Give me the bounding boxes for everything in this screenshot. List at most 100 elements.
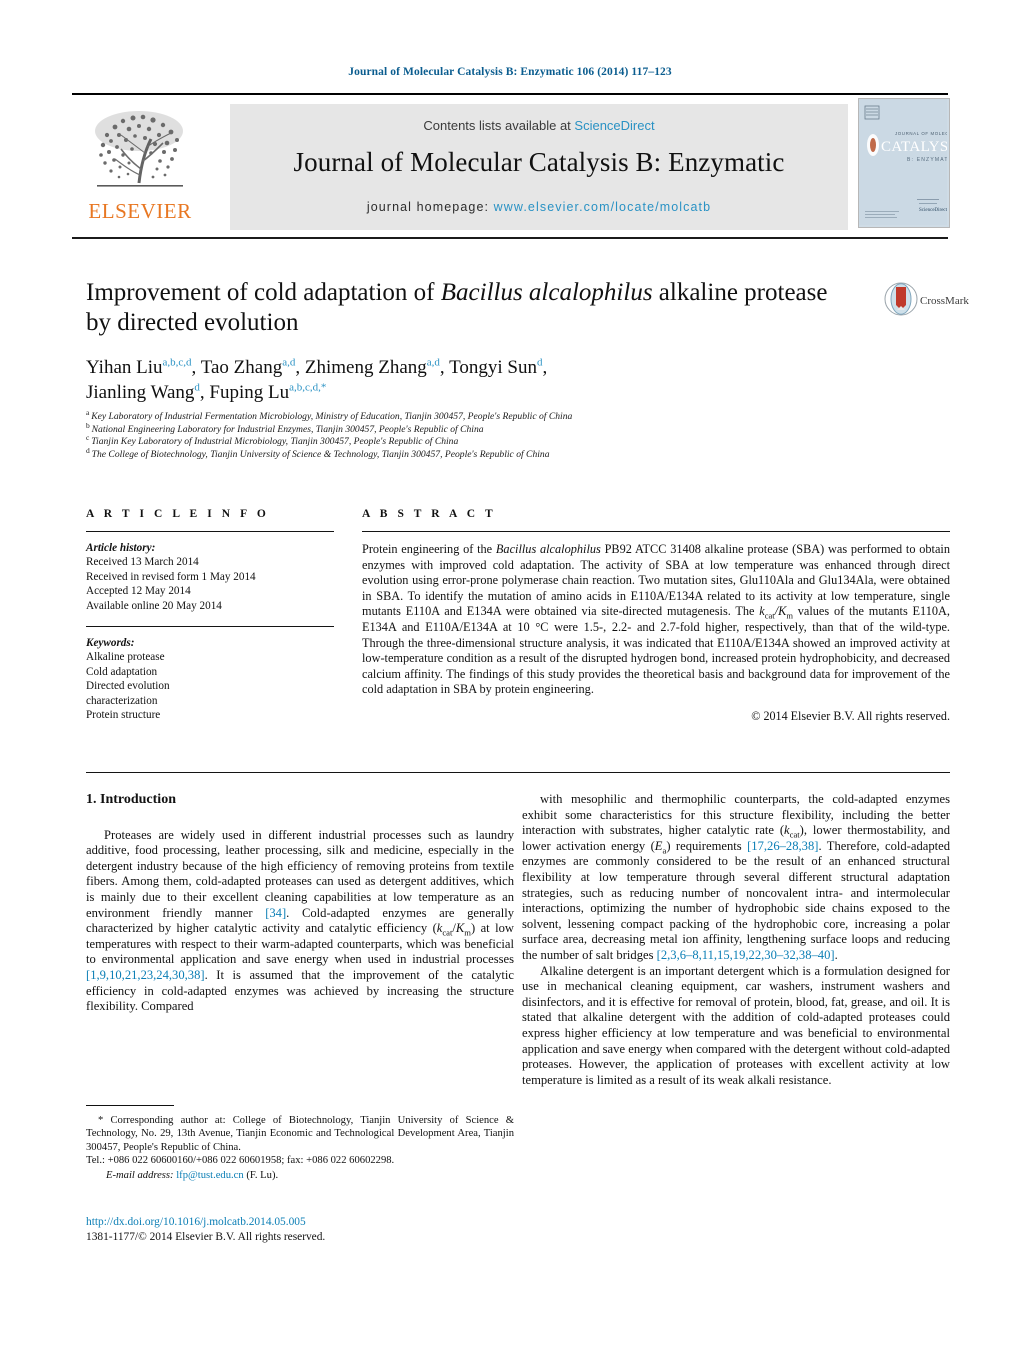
history-item-2: Accepted 12 May 2014	[86, 585, 191, 598]
text-run-8: . Therefore, cold-adapted enzymes are co…	[522, 838, 951, 962]
email-address-label: E-mail address:	[106, 1169, 174, 1181]
doi-link[interactable]: http://dx.doi.org/10.1016/j.molcatb.2014…	[86, 1215, 526, 1230]
email-owner: (F. Lu).	[246, 1169, 279, 1181]
author-name-2[interactable]: Zhimeng Zhang	[305, 357, 427, 378]
history-item-1: Received in revised form 1 May 2014	[86, 570, 256, 583]
text-run-0: Protein engineering of the	[362, 542, 496, 556]
contents-lists-line: Contents lists available at ScienceDirec…	[230, 118, 848, 133]
history-item-3: Available online 20 May 2014	[86, 599, 222, 612]
text-run-10: .	[834, 947, 838, 962]
article-history-label: Article history:	[86, 542, 156, 554]
affiliation-item-2: c Tianjin Key Laboratory of Industrial M…	[86, 434, 886, 449]
author-affiliation-marker-1: a,d	[282, 356, 296, 369]
abstract-section: A B S T R A C T Protein engineering of t…	[362, 508, 950, 724]
text-run-6: ) requirements	[666, 838, 748, 853]
svg-text:ScienceDirect: ScienceDirect	[919, 208, 947, 213]
abstract-bottom-rule	[86, 772, 950, 773]
masthead-bottom-rule	[72, 237, 948, 239]
footnote-rule	[86, 1105, 174, 1106]
affiliation-item-1: b National Engineering Laboratory for In…	[86, 421, 886, 437]
title-block: Improvement of cold adaptation of Bacill…	[86, 278, 846, 338]
abstract-text: Protein engineering of the Bacillus alca…	[362, 542, 950, 698]
svg-text:CATALYSIS: CATALYSIS	[881, 139, 947, 155]
section-heading-introduction: 1. Introduction	[86, 792, 176, 807]
citation-link[interactable]: [17,26–28,38]	[747, 839, 818, 853]
affiliation-list: a Key Laboratory of Industrial Fermentat…	[86, 409, 886, 462]
crossmark-badge[interactable]: CrossMark	[884, 282, 969, 326]
article-info-section: A R T I C L E I N F O Article history: R…	[86, 508, 334, 722]
svg-text:B: ENZYMATIC: B: ENZYMATIC	[907, 157, 947, 163]
crossmark-label: CrossMark	[920, 295, 969, 307]
journal-banner: Contents lists available at ScienceDirec…	[230, 104, 848, 230]
article-info-rule-1	[86, 531, 334, 532]
journal-homepage-link[interactable]: www.elsevier.com/locate/molcatb	[494, 200, 712, 214]
author-list: Yihan Liua,b,c,d, Tao Zhanga,d, Zhimeng …	[86, 355, 866, 405]
contents-prefix: Contents lists available at	[423, 118, 575, 133]
author-affiliation-marker-2: a,d	[426, 356, 440, 369]
svg-text:JOURNAL OF MOLECULAR: JOURNAL OF MOLECULAR	[895, 131, 947, 136]
affiliation-text-1: National Engineering Laboratory for Indu…	[91, 423, 484, 435]
text-run-4: E	[654, 838, 663, 853]
article-info-rule-2	[86, 626, 334, 628]
keyword-item-3: characterization	[86, 694, 158, 707]
elsevier-logo[interactable]: ELSEVIER	[76, 105, 204, 229]
page-title: Improvement of cold adaptation of Bacill…	[86, 278, 846, 338]
affiliation-item-3: d The College of Biotechnology, Tianjin …	[86, 446, 886, 462]
affiliation-text-0: Key Laboratory of Industrial Fermentatio…	[91, 411, 573, 422]
masthead-top-rule	[72, 93, 948, 95]
intro-paragraph-left: Proteases are widely used in different i…	[86, 828, 514, 1015]
journal-cover-thumbnail[interactable]: JOURNAL OF MOLECULAR CATALYSIS B: ENZYMA…	[858, 98, 950, 228]
introduction-left-column: 1. Introduction Proteases are widely use…	[86, 792, 514, 1015]
citation-link[interactable]: [34]	[265, 906, 286, 920]
citation-link[interactable]: [2,3,6–8,11,15,19,22,30–32,38–40]	[657, 948, 835, 962]
journal-title: Journal of Molecular Catalysis B: Enzyma…	[293, 147, 785, 177]
author-separator-3: ,	[542, 357, 548, 378]
abstract-rule	[362, 531, 950, 532]
keyword-item-2: Directed evolution	[86, 680, 170, 693]
abstract-heading: A B S T R A C T	[362, 508, 497, 520]
author-separator-4: ,	[199, 382, 210, 403]
corresponding-author-phone: Tel.: +086 022 60600160/+086 022 6060195…	[86, 1155, 395, 1167]
journal-masthead: ELSEVIER Contents lists available at Sci…	[72, 93, 950, 239]
text-run-0: Alkaline detergent is an important deter…	[522, 963, 950, 1087]
email-address-link[interactable]: lfp@tust.edu.cn	[176, 1170, 243, 1181]
crossmark-icon	[884, 282, 918, 316]
author-separator-1: ,	[295, 357, 305, 378]
citation-link[interactable]: [1,9,10,21,23,24,30,38]	[86, 968, 205, 982]
keywords-block: Keywords: Alkaline protease Cold adaptat…	[86, 636, 334, 722]
keywords-label: Keywords:	[86, 637, 135, 650]
elsevier-wordmark: ELSEVIER	[88, 199, 192, 223]
elsevier-tree-icon	[95, 111, 183, 187]
corresponding-author-footnote: * Corresponding author at: College of Bi…	[86, 1105, 514, 1182]
author-affiliation-marker-5: a,b,c,d,*	[289, 381, 327, 394]
corresponding-author-email-line: E-mail address: lfp@tust.edu.cn (F. Lu).	[86, 1169, 514, 1182]
author-separator-0: ,	[191, 357, 201, 378]
author-name-4[interactable]: Jianling Wang	[86, 382, 194, 403]
journal-cover-image: JOURNAL OF MOLECULAR CATALYSIS B: ENZYMA…	[859, 99, 949, 225]
affiliation-text-2: Tianjin Key Laboratory of Industrial Mic…	[91, 436, 459, 448]
sciencedirect-link[interactable]: ScienceDirect	[574, 118, 654, 133]
affiliation-text-3: The College of Biotechnology, Tianjin Un…	[91, 448, 550, 460]
author-separator-2: ,	[439, 357, 450, 378]
keyword-item-0: Alkaline protease	[86, 651, 165, 664]
author-name-5[interactable]: Fuping Lu	[209, 382, 289, 403]
running-head: Journal of Molecular Catalysis B: Enzyma…	[348, 66, 672, 78]
author-name-3[interactable]: Tongyi Sun	[449, 357, 537, 378]
footnote-text: * Corresponding author at: College of Bi…	[86, 1114, 514, 1182]
title-species-name: Bacillus alcalophilus	[440, 279, 653, 306]
homepage-prefix: journal homepage:	[366, 200, 494, 214]
text-run-1: Bacillus alcalophilus	[495, 542, 601, 556]
history-item-0: Received 13 March 2014	[86, 556, 199, 569]
author-name-1[interactable]: Tao Zhang	[201, 357, 283, 378]
intro-paragraph-right-1: with mesophilic and thermophilic counter…	[522, 792, 950, 964]
affiliation-item-0: a Key Laboratory of Industrial Fermentat…	[86, 409, 886, 424]
keyword-item-4: Protein structure	[86, 709, 161, 722]
corresponding-author-address: * Corresponding author at: College of Bi…	[86, 1115, 514, 1153]
abstract-copyright: © 2014 Elsevier B.V. All rights reserved…	[751, 708, 950, 723]
author-name-0[interactable]: Yihan Liu	[86, 357, 163, 378]
author-affiliation-marker-0: a,b,c,d	[162, 356, 192, 369]
article-page: Journal of Molecular Catalysis B: Enzyma…	[0, 0, 1020, 1351]
introduction-right-column: with mesophilic and thermophilic counter…	[522, 792, 950, 1088]
title-segment-1: Improvement of cold adaptation of	[86, 279, 441, 306]
journal-homepage-line: journal homepage: www.elsevier.com/locat…	[230, 200, 848, 214]
